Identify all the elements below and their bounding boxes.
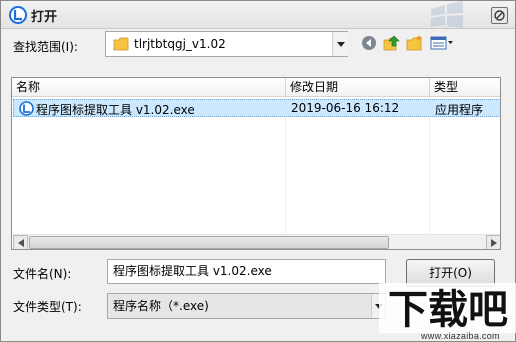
column-separator — [285, 97, 286, 235]
file-date-cell: 2019-06-16 16:12 — [291, 101, 400, 115]
folder-icon — [113, 37, 129, 51]
column-separator — [429, 97, 430, 235]
file-name-cell: 程序图标提取工具 v1.02.exe — [36, 103, 195, 117]
chevron-left-icon — [17, 238, 24, 247]
filename-label: 文件名(N): — [13, 267, 72, 281]
lookin-dropdown-arrow[interactable] — [332, 32, 348, 56]
scroll-thumb[interactable] — [29, 236, 389, 249]
close-icon — [494, 10, 505, 21]
column-header-type[interactable]: 类型 — [430, 78, 500, 97]
close-button[interactable] — [491, 7, 508, 24]
watermark-logo-text: 下载吧 — [388, 287, 508, 333]
back-button[interactable] — [359, 33, 379, 53]
scroll-left-button[interactable] — [13, 235, 28, 249]
filetype-dropdown[interactable]: 程序名称（*.exe) — [107, 293, 386, 319]
filename-input[interactable]: 程序图标提取工具 v1.02.exe — [107, 259, 386, 284]
file-type-cell: 应用程序 — [435, 103, 484, 117]
view-menu-button[interactable] — [429, 33, 455, 53]
filetype-value: 程序名称（*.exe) — [113, 299, 209, 313]
app-file-icon — [19, 101, 34, 116]
chevron-down-icon — [336, 41, 345, 47]
watermark-url: www.xiazaiba.com — [421, 331, 500, 341]
new-folder-icon — [406, 35, 422, 51]
view-menu-icon — [430, 36, 453, 50]
watermark-logo: 下载吧 — [379, 283, 516, 333]
scroll-right-button[interactable] — [486, 235, 500, 249]
title-bar[interactable]: 打开 — [1, 1, 515, 29]
up-folder-button[interactable] — [382, 33, 402, 53]
file-list[interactable]: 名称 修改日期 类型 程序图标提取工具 v1.02.exe 2019-06-16… — [11, 77, 501, 250]
file-row-selected[interactable]: 程序图标提取工具 v1.02.exe 2019-06-16 16:12 应用程序 — [13, 99, 500, 117]
horizontal-scrollbar[interactable] — [13, 234, 500, 249]
open-file-dialog: 打开 查找范围(I): tlrjtbtqgj_v1.02 名称 修改日期 类型 … — [0, 0, 516, 342]
column-header-name[interactable]: 名称 — [12, 78, 286, 97]
lookin-label: 查找范围(I): — [13, 40, 78, 54]
app-logo-icon — [9, 6, 27, 24]
window-title: 打开 — [31, 10, 58, 25]
filetype-label: 文件类型(T): — [13, 300, 82, 314]
chevron-right-icon — [490, 238, 497, 247]
windows-flag-decoration — [431, 1, 463, 28]
lookin-dropdown[interactable]: tlrjtbtqgj_v1.02 — [105, 31, 348, 57]
lookin-value: tlrjtbtqgj_v1.02 — [134, 37, 226, 51]
up-folder-icon — [383, 35, 400, 51]
column-header-date[interactable]: 修改日期 — [286, 78, 430, 97]
back-icon — [362, 36, 376, 50]
new-folder-button[interactable] — [405, 33, 425, 53]
